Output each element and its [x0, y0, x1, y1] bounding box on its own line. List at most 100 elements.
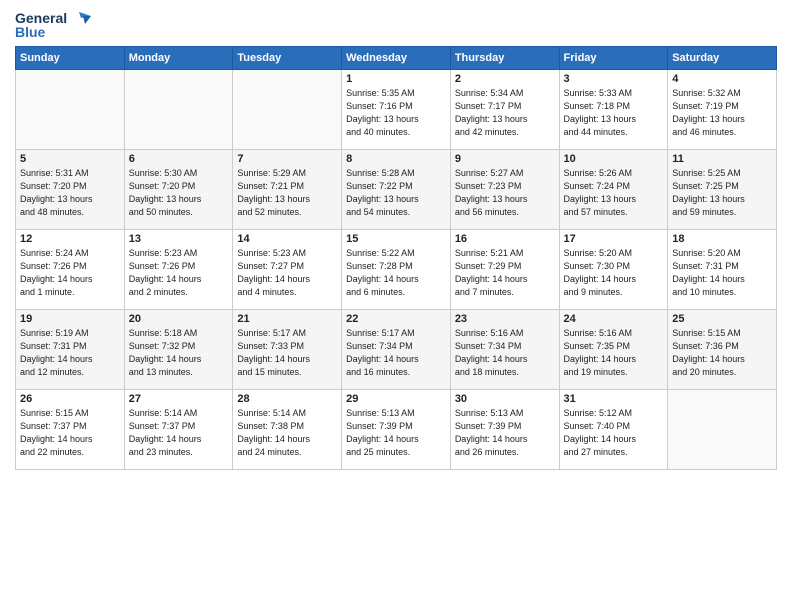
day-info: Sunrise: 5:20 AM Sunset: 7:31 PM Dayligh…	[672, 247, 772, 299]
calendar-cell: 31 Sunrise: 5:12 AM Sunset: 7:40 PM Dayli…	[559, 390, 668, 470]
day-number: 24	[564, 313, 664, 325]
day-info: Sunrise: 5:32 AM Sunset: 7:19 PM Dayligh…	[672, 87, 772, 139]
calendar-cell: 12 Sunrise: 5:24 AM Sunset: 7:26 PM Dayli…	[16, 230, 125, 310]
calendar-cell: 19 Sunrise: 5:19 AM Sunset: 7:31 PM Dayli…	[16, 310, 125, 390]
day-number: 10	[564, 153, 664, 165]
day-info: Sunrise: 5:18 AM Sunset: 7:32 PM Dayligh…	[129, 327, 229, 379]
day-info: Sunrise: 5:15 AM Sunset: 7:37 PM Dayligh…	[20, 407, 120, 459]
calendar-header-wednesday: Wednesday	[342, 47, 451, 70]
calendar-cell: 14 Sunrise: 5:23 AM Sunset: 7:27 PM Dayli…	[233, 230, 342, 310]
calendar-cell: 20 Sunrise: 5:18 AM Sunset: 7:32 PM Dayli…	[124, 310, 233, 390]
day-number: 29	[346, 393, 446, 405]
calendar-cell: 23Sunrise: 5:16 AM Sunset: 7:34 PM Dayli…	[450, 310, 559, 390]
day-number: 17	[564, 233, 664, 245]
day-number: 4	[672, 73, 772, 85]
calendar-cell: 10Sunrise: 5:26 AM Sunset: 7:24 PM Dayli…	[559, 150, 668, 230]
day-number: 31	[564, 393, 664, 405]
day-info: Sunrise: 5:22 AM Sunset: 7:28 PM Dayligh…	[346, 247, 446, 299]
calendar-header-monday: Monday	[124, 47, 233, 70]
calendar-cell	[16, 70, 125, 150]
calendar-cell	[124, 70, 233, 150]
calendar-week-row: 26 Sunrise: 5:15 AM Sunset: 7:37 PM Dayli…	[16, 390, 777, 470]
calendar-cell: 6Sunrise: 5:30 AM Sunset: 7:20 PM Daylig…	[124, 150, 233, 230]
day-number: 30	[455, 393, 555, 405]
calendar-week-row: 12 Sunrise: 5:24 AM Sunset: 7:26 PM Dayli…	[16, 230, 777, 310]
calendar-table: SundayMondayTuesdayWednesdayThursdayFrid…	[15, 46, 777, 470]
day-info: Sunrise: 5:15 AM Sunset: 7:36 PM Dayligh…	[672, 327, 772, 379]
day-info: Sunrise: 5:34 AM Sunset: 7:17 PM Dayligh…	[455, 87, 555, 139]
calendar-cell: 28 Sunrise: 5:14 AM Sunset: 7:38 PM Dayli…	[233, 390, 342, 470]
calendar-cell: 27Sunrise: 5:14 AM Sunset: 7:37 PM Dayli…	[124, 390, 233, 470]
day-number: 25	[672, 313, 772, 325]
day-number: 9	[455, 153, 555, 165]
calendar-header-saturday: Saturday	[668, 47, 777, 70]
day-number: 19	[20, 313, 120, 325]
day-info: Sunrise: 5:13 AM Sunset: 7:39 PM Dayligh…	[455, 407, 555, 459]
day-info: Sunrise: 5:30 AM Sunset: 7:20 PM Dayligh…	[129, 167, 229, 219]
calendar-header-friday: Friday	[559, 47, 668, 70]
calendar-cell: 29Sunrise: 5:13 AM Sunset: 7:39 PM Dayli…	[342, 390, 451, 470]
day-number: 8	[346, 153, 446, 165]
day-info: Sunrise: 5:19 AM Sunset: 7:31 PM Dayligh…	[20, 327, 120, 379]
day-number: 26	[20, 393, 120, 405]
day-info: Sunrise: 5:14 AM Sunset: 7:38 PM Dayligh…	[237, 407, 337, 459]
calendar-cell: 1 Sunrise: 5:35 AM Sunset: 7:16 PM Daylig…	[342, 70, 451, 150]
day-info: Sunrise: 5:33 AM Sunset: 7:18 PM Dayligh…	[564, 87, 664, 139]
logo-blue: Blue	[15, 24, 45, 40]
day-info: Sunrise: 5:24 AM Sunset: 7:26 PM Dayligh…	[20, 247, 120, 299]
day-number: 22	[346, 313, 446, 325]
calendar-cell: 2 Sunrise: 5:34 AM Sunset: 7:17 PM Daylig…	[450, 70, 559, 150]
day-number: 1	[346, 73, 446, 85]
calendar-cell: 4 Sunrise: 5:32 AM Sunset: 7:19 PM Daylig…	[668, 70, 777, 150]
day-number: 16	[455, 233, 555, 245]
day-info: Sunrise: 5:29 AM Sunset: 7:21 PM Dayligh…	[237, 167, 337, 219]
day-info: Sunrise: 5:27 AM Sunset: 7:23 PM Dayligh…	[455, 167, 555, 219]
day-info: Sunrise: 5:28 AM Sunset: 7:22 PM Dayligh…	[346, 167, 446, 219]
day-number: 13	[129, 233, 229, 245]
day-info: Sunrise: 5:35 AM Sunset: 7:16 PM Dayligh…	[346, 87, 446, 139]
calendar-cell: 25 Sunrise: 5:15 AM Sunset: 7:36 PM Dayli…	[668, 310, 777, 390]
calendar-header-tuesday: Tuesday	[233, 47, 342, 70]
page-header: General Blue	[15, 10, 777, 40]
day-number: 5	[20, 153, 120, 165]
day-info: Sunrise: 5:20 AM Sunset: 7:30 PM Dayligh…	[564, 247, 664, 299]
calendar-cell: 30 Sunrise: 5:13 AM Sunset: 7:39 PM Dayli…	[450, 390, 559, 470]
calendar-cell: 11 Sunrise: 5:25 AM Sunset: 7:25 PM Dayli…	[668, 150, 777, 230]
day-number: 15	[346, 233, 446, 245]
calendar-cell: 13 Sunrise: 5:23 AM Sunset: 7:26 PM Dayli…	[124, 230, 233, 310]
day-number: 2	[455, 73, 555, 85]
calendar-week-row: 1 Sunrise: 5:35 AM Sunset: 7:16 PM Daylig…	[16, 70, 777, 150]
day-number: 11	[672, 153, 772, 165]
day-info: Sunrise: 5:17 AM Sunset: 7:33 PM Dayligh…	[237, 327, 337, 379]
day-info: Sunrise: 5:23 AM Sunset: 7:27 PM Dayligh…	[237, 247, 337, 299]
day-number: 12	[20, 233, 120, 245]
calendar-cell: 3Sunrise: 5:33 AM Sunset: 7:18 PM Daylig…	[559, 70, 668, 150]
calendar-cell: 9 Sunrise: 5:27 AM Sunset: 7:23 PM Daylig…	[450, 150, 559, 230]
calendar-cell: 18 Sunrise: 5:20 AM Sunset: 7:31 PM Dayli…	[668, 230, 777, 310]
day-number: 20	[129, 313, 229, 325]
day-number: 14	[237, 233, 337, 245]
calendar-week-row: 5 Sunrise: 5:31 AM Sunset: 7:20 PM Daylig…	[16, 150, 777, 230]
calendar-cell: 7 Sunrise: 5:29 AM Sunset: 7:21 PM Daylig…	[233, 150, 342, 230]
logo-bird-icon	[69, 10, 91, 26]
day-info: Sunrise: 5:17 AM Sunset: 7:34 PM Dayligh…	[346, 327, 446, 379]
calendar-cell	[233, 70, 342, 150]
calendar-cell	[668, 390, 777, 470]
calendar-cell: 17 Sunrise: 5:20 AM Sunset: 7:30 PM Dayli…	[559, 230, 668, 310]
day-info: Sunrise: 5:25 AM Sunset: 7:25 PM Dayligh…	[672, 167, 772, 219]
day-number: 7	[237, 153, 337, 165]
day-info: Sunrise: 5:16 AM Sunset: 7:34 PM Dayligh…	[455, 327, 555, 379]
day-info: Sunrise: 5:23 AM Sunset: 7:26 PM Dayligh…	[129, 247, 229, 299]
day-info: Sunrise: 5:12 AM Sunset: 7:40 PM Dayligh…	[564, 407, 664, 459]
calendar-header-thursday: Thursday	[450, 47, 559, 70]
day-number: 21	[237, 313, 337, 325]
calendar-cell: 15 Sunrise: 5:22 AM Sunset: 7:28 PM Dayli…	[342, 230, 451, 310]
day-info: Sunrise: 5:31 AM Sunset: 7:20 PM Dayligh…	[20, 167, 120, 219]
day-number: 28	[237, 393, 337, 405]
calendar-cell: 26 Sunrise: 5:15 AM Sunset: 7:37 PM Dayli…	[16, 390, 125, 470]
calendar-cell: 16Sunrise: 5:21 AM Sunset: 7:29 PM Dayli…	[450, 230, 559, 310]
calendar-cell: 21 Sunrise: 5:17 AM Sunset: 7:33 PM Dayli…	[233, 310, 342, 390]
calendar-cell: 24Sunrise: 5:16 AM Sunset: 7:35 PM Dayli…	[559, 310, 668, 390]
day-number: 18	[672, 233, 772, 245]
calendar-header-row: SundayMondayTuesdayWednesdayThursdayFrid…	[16, 47, 777, 70]
